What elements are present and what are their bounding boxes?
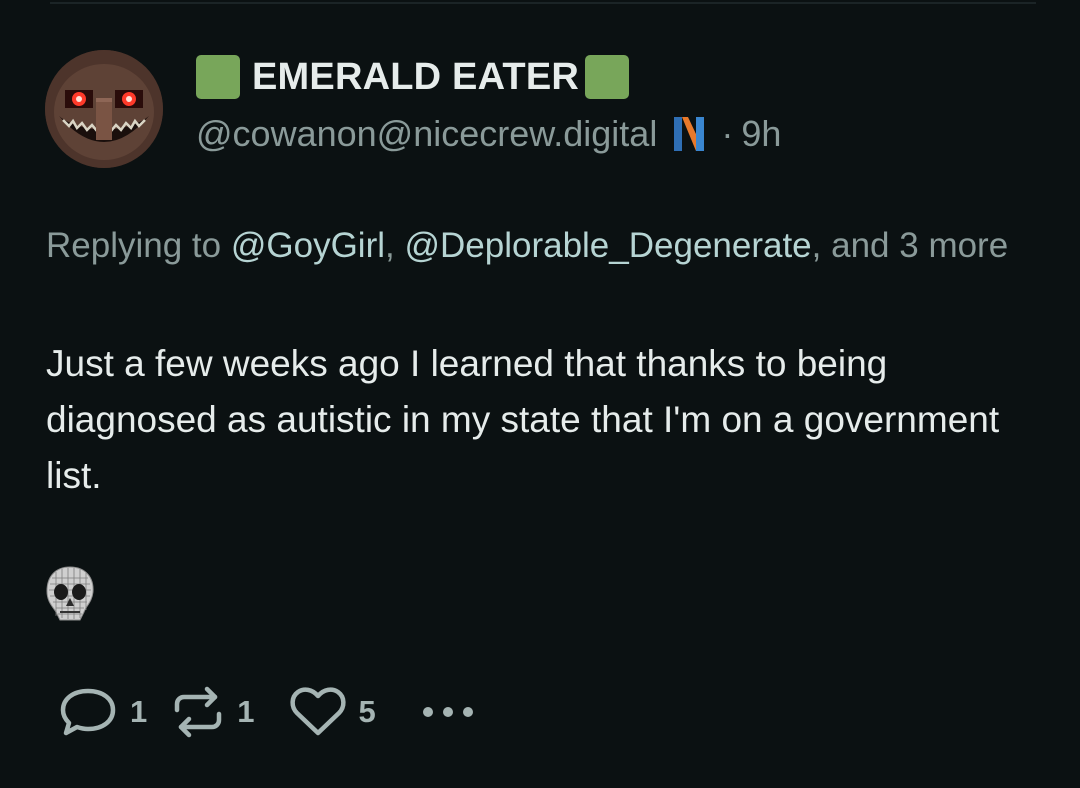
heart-icon bbox=[289, 686, 347, 738]
nicecrew-instance-icon bbox=[671, 113, 707, 155]
green-square-icon bbox=[196, 55, 240, 99]
repost-count: 1 bbox=[237, 694, 255, 729]
reply-count: 1 bbox=[130, 694, 148, 729]
display-name-row[interactable]: EMERALD EATER bbox=[196, 52, 781, 102]
post-card: EMERALD EATER @cowanon@nicecrew.digital … bbox=[0, 0, 1080, 788]
more-button[interactable] bbox=[420, 702, 476, 722]
replying-to: Replying to @GoyGirl, @Deplorable_Degene… bbox=[46, 218, 1046, 274]
reply-more[interactable]: 3 more bbox=[899, 226, 1008, 265]
display-name[interactable]: EMERALD EATER bbox=[252, 56, 579, 99]
avatar[interactable] bbox=[45, 50, 163, 168]
post-time[interactable]: 9h bbox=[741, 113, 781, 155]
handle-row: @cowanon@nicecrew.digital · 9h bbox=[196, 112, 781, 156]
reply-comma: , bbox=[385, 226, 395, 265]
post-actions: 1 1 5 bbox=[58, 684, 476, 740]
skull-emoji-icon bbox=[44, 564, 96, 622]
divider bbox=[50, 2, 1036, 4]
speech-bubble-icon bbox=[58, 686, 118, 738]
post-body: Just a few weeks ago I learned that than… bbox=[46, 343, 1000, 496]
replying-to-label: Replying to bbox=[46, 226, 222, 265]
mention-deplorable-degenerate[interactable]: @Deplorable_Degenerate bbox=[404, 226, 811, 265]
green-square-icon bbox=[585, 55, 630, 99]
repost-button[interactable]: 1 bbox=[171, 686, 255, 738]
like-count: 5 bbox=[358, 694, 376, 729]
reply-and: , and bbox=[811, 226, 890, 265]
post-header: EMERALD EATER @cowanon@nicecrew.digital … bbox=[196, 52, 781, 156]
ellipsis-icon bbox=[420, 702, 476, 722]
mention-goygirl[interactable]: @GoyGirl bbox=[231, 226, 385, 265]
repost-arrows-icon bbox=[171, 686, 225, 738]
like-button[interactable]: 5 bbox=[289, 686, 376, 738]
user-handle[interactable]: @cowanon@nicecrew.digital bbox=[196, 113, 657, 155]
reply-button[interactable]: 1 bbox=[58, 686, 147, 738]
separator: · bbox=[721, 113, 734, 154]
